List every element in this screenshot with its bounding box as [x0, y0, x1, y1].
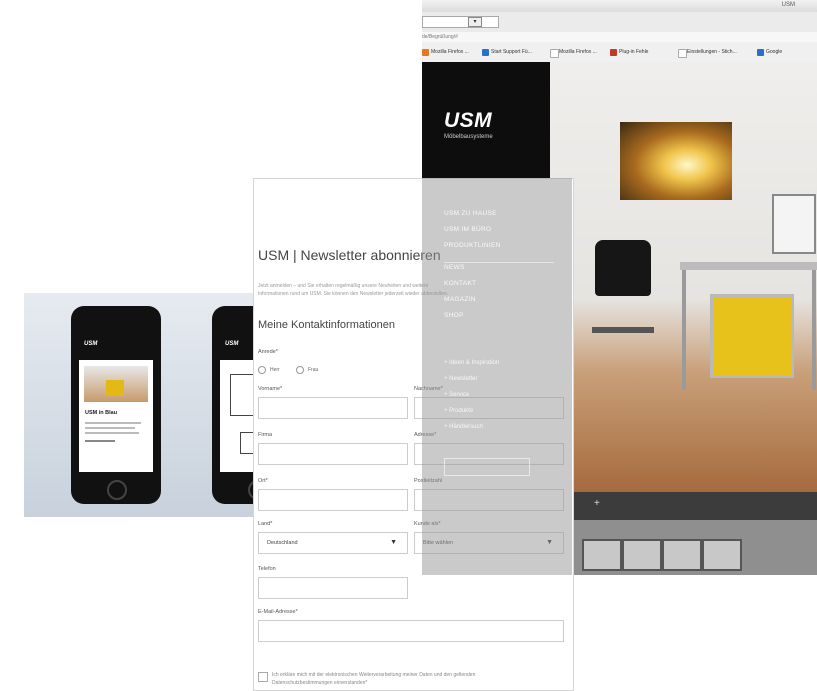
- intro-text: Informationen rund um USM. Sie können de…: [258, 291, 449, 297]
- subnav-item[interactable]: Ideen & Inspiration: [444, 360, 499, 366]
- usm-logo[interactable]: USM: [444, 109, 492, 133]
- section-title: Meine Kontaktinformationen: [258, 319, 395, 331]
- desk-leg: [812, 270, 816, 390]
- telefon-label: Telefon: [258, 566, 276, 572]
- radio-frau[interactable]: [296, 366, 304, 374]
- yellow-cabinet: [710, 294, 794, 378]
- phone-headline: USM in Blau: [85, 410, 118, 416]
- bookmarks-bar: Mozilla Firefox ... Start Support Fü... …: [422, 42, 817, 63]
- nav-item-magazin[interactable]: MAGAZIN: [444, 296, 476, 303]
- nav-item-produktlinien[interactable]: PRODUKTLINIEN: [444, 242, 501, 249]
- bookmark-item[interactable]: Mozilla Firefox ...: [550, 48, 597, 58]
- nav-overlay: USM ZU HAUSE USM IM BÜRO PRODUKTLINIEN N…: [422, 178, 572, 575]
- land-value: Deutschland: [267, 540, 298, 546]
- nav-item-usm-im-buero[interactable]: USM IM BÜRO: [444, 226, 491, 233]
- yellow-cabinet: [106, 380, 124, 396]
- nav-item-kontakt[interactable]: KONTAKT: [444, 280, 476, 287]
- vorname-field[interactable]: [258, 397, 408, 419]
- hero-office-photo: [550, 62, 817, 492]
- divider: [444, 262, 554, 263]
- form-title: USM | Newsletter abonnieren: [258, 247, 441, 263]
- home-button: [107, 480, 127, 500]
- email-field[interactable]: [258, 620, 564, 642]
- bookmark-item[interactable]: Google: [757, 48, 782, 57]
- shelf-unit: [702, 539, 742, 571]
- overlay-button[interactable]: [444, 458, 530, 476]
- bookmark-icon: [482, 49, 489, 56]
- chair-base: [592, 327, 654, 333]
- shelf-unit: [582, 539, 622, 571]
- nav-item-shop[interactable]: SHOP: [444, 312, 464, 319]
- radio-label-herr: Herr: [270, 367, 280, 373]
- intro-text: Jetzt anmelden – und Sie erhalten regelm…: [258, 283, 429, 289]
- radio-herr[interactable]: [258, 366, 266, 374]
- logo-subtitle: Möbelbausysteme: [444, 134, 493, 140]
- plugin-icon: [610, 49, 617, 56]
- window-title: USM: [781, 2, 795, 8]
- subnav-item[interactable]: Produkte: [444, 408, 473, 414]
- bookmark-item[interactable]: Mozilla Firefox ...: [422, 48, 469, 57]
- desk-top: [680, 262, 817, 270]
- url-text: de/Begrüßung/#: [422, 32, 817, 42]
- phone-screen: USM USM in Blau: [79, 334, 153, 472]
- text-line: [85, 422, 141, 424]
- phone-left: USM USM in Blau: [71, 306, 161, 504]
- email-label: E-Mail-Adresse*: [258, 609, 298, 615]
- address-bar: ▾: [422, 12, 817, 33]
- phone-logo: USM: [84, 341, 98, 347]
- consent-text: Ich erkläre mich mit der elektronischen …: [272, 672, 476, 686]
- bookmark-item[interactable]: Start Support Fü...: [482, 48, 532, 57]
- ort-label: Ort*: [258, 478, 268, 484]
- monitor: [772, 194, 816, 254]
- firma-field[interactable]: [258, 443, 408, 465]
- bookmark-item[interactable]: Einstellungen - Stich...: [678, 48, 737, 58]
- plus-icon[interactable]: +: [594, 498, 600, 509]
- ort-field[interactable]: [258, 489, 408, 511]
- subnav-item[interactable]: Service: [444, 392, 469, 398]
- vorname-label: Vorname*: [258, 386, 283, 392]
- nav-item-usm-zu-hause[interactable]: USM ZU HAUSE: [444, 210, 497, 217]
- google-icon: [757, 49, 764, 56]
- text-line: [85, 432, 139, 434]
- phone-logo: USM: [225, 341, 239, 347]
- land-label: Land*: [258, 521, 273, 527]
- text-line: [85, 427, 135, 429]
- subnav-item[interactable]: Händlersuch: [444, 424, 483, 430]
- address-input[interactable]: [422, 16, 499, 28]
- page-icon: [550, 49, 559, 58]
- telefon-field[interactable]: [258, 577, 408, 599]
- text-line: [85, 440, 115, 442]
- desk-leg: [682, 270, 686, 390]
- phone-hero-image: [84, 366, 148, 402]
- address-dropdown-icon[interactable]: ▾: [468, 17, 482, 27]
- bookmark-item[interactable]: Plug-in Fehle: [610, 48, 648, 57]
- firefox-icon: [422, 49, 429, 56]
- phone-header: USM: [79, 334, 153, 360]
- nav-item-news[interactable]: NEWS: [444, 264, 465, 271]
- consent-checkbox[interactable]: [258, 672, 268, 682]
- firma-label: Firma: [258, 432, 273, 438]
- shelf-unit: [662, 539, 702, 571]
- subnav-item[interactable]: Newsletter: [444, 376, 477, 382]
- land-select[interactable]: Deutschland ▼: [258, 532, 408, 554]
- title-bar: USM: [422, 0, 817, 12]
- wall-artwork: [620, 122, 732, 200]
- chevron-down-icon: ▼: [390, 539, 397, 546]
- shelf-unit: [622, 539, 662, 571]
- office-chair: [595, 240, 651, 296]
- page-icon: [678, 49, 687, 58]
- anrede-label: Anrede*: [258, 349, 278, 355]
- radio-label-frau: Frau: [308, 367, 319, 373]
